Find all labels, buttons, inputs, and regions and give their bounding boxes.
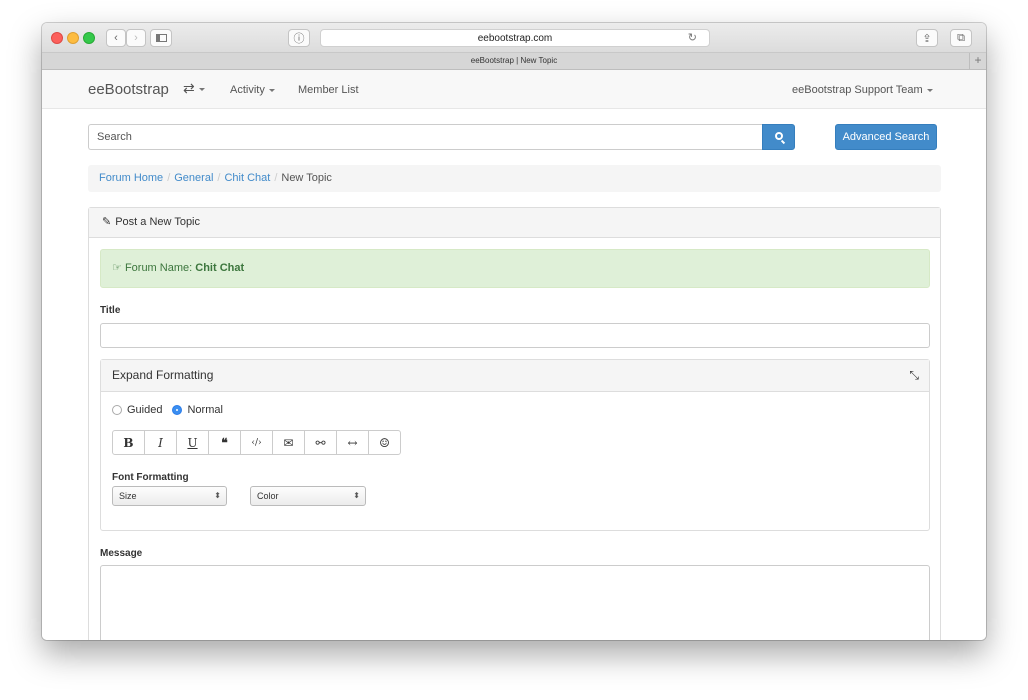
plus-icon[interactable]: + <box>969 53 986 69</box>
select-arrows-icon: ⬍ <box>214 491 221 500</box>
close-window-button[interactable] <box>51 32 63 44</box>
breadcrumb-separator: / <box>167 172 171 184</box>
forward-button[interactable]: › <box>126 29 146 47</box>
pencil-icon: ✎ <box>102 216 112 228</box>
guided-label: Guided <box>127 404 163 416</box>
formatting-heading-text: Expand Formatting <box>112 368 214 382</box>
normal-radio[interactable] <box>172 405 183 415</box>
share-button[interactable]: ⇪ <box>916 29 938 47</box>
link-button[interactable]: ⚯ <box>304 430 337 455</box>
back-button[interactable]: ‹ <box>106 29 126 47</box>
url-text: eebootstrap.com <box>477 33 553 44</box>
compress-icon[interactable]: ⤡ <box>909 360 919 391</box>
envelope-icon: ✉ <box>283 435 294 450</box>
tab-strip: eeBootstrap | New Topic + <box>42 53 986 70</box>
search-icon-handle <box>780 139 786 145</box>
bold-icon: B <box>123 435 134 450</box>
link-icon: ⚯ <box>315 435 326 450</box>
breadcrumb-current: New Topic <box>281 172 332 184</box>
nav-member-list[interactable]: Member List <box>298 84 359 96</box>
size-select[interactable]: Size ⬍ <box>112 486 227 506</box>
show-tabs-button[interactable]: ⧉ <box>950 29 972 47</box>
new-topic-panel: ✎ Post a New Topic ☞ Forum Name: Chit Cha… <box>88 207 941 640</box>
browser-window: ‹ › ⓘ eebootstrap.com ↻ ⇪ ⧉ eeBootstrap … <box>42 23 986 640</box>
underline-icon: U <box>187 435 198 450</box>
nav-activity[interactable]: Activity <box>230 84 275 96</box>
select-arrows-icon: ⬍ <box>353 491 360 500</box>
address-bar[interactable]: eebootstrap.com ↻ <box>320 29 710 47</box>
minimize-window-button[interactable] <box>67 32 79 44</box>
underline-button[interactable]: U <box>176 430 209 455</box>
quote-icon: ❝ <box>221 435 228 450</box>
italic-icon: I <box>158 435 163 450</box>
chevron-right-icon: › <box>134 32 138 44</box>
hand-pointer-icon: ☞ <box>112 262 122 274</box>
email-button[interactable]: ✉ <box>272 430 305 455</box>
horizontal-rule-icon: ↔ <box>347 435 358 450</box>
caret-down-icon <box>268 88 275 92</box>
title-label: Title <box>100 305 121 316</box>
smiley-icon: ☺ <box>379 435 390 450</box>
tabs-icon: ⧉ <box>957 31 965 44</box>
page-content: eeBootstrap ⇄ Activity Member List eeBoo… <box>42 70 986 640</box>
advanced-search-button[interactable]: Advanced Search <box>835 124 937 150</box>
panel-heading-text: Post a New Topic <box>115 216 201 228</box>
search-button[interactable] <box>762 124 795 150</box>
browser-toolbar: ‹ › ⓘ eebootstrap.com ↻ ⇪ ⧉ <box>42 23 986 53</box>
normal-label: Normal <box>187 404 223 416</box>
reload-icon[interactable]: ↻ <box>688 30 697 47</box>
breadcrumb-chit-chat[interactable]: Chit Chat <box>224 172 270 184</box>
code-icon: ‹/› <box>251 437 262 448</box>
search-input[interactable]: Search <box>88 124 762 150</box>
site-info-button[interactable]: ⓘ <box>288 29 310 47</box>
font-formatting-label: Font Formatting <box>112 472 189 483</box>
tab-title[interactable]: eeBootstrap | New Topic <box>471 56 557 65</box>
message-textarea[interactable] <box>100 565 930 640</box>
mode-radio-group: Guided Normal <box>112 404 233 416</box>
code-button[interactable]: ‹/› <box>240 430 273 455</box>
forum-name-alert: ☞ Forum Name: Chit Chat <box>100 249 930 288</box>
breadcrumb-separator: / <box>274 172 278 184</box>
formatting-panel-heading[interactable]: Expand Formatting ⤡ <box>101 360 929 392</box>
info-icon: ⓘ <box>293 33 305 45</box>
emoji-button[interactable]: ☺ <box>368 430 401 455</box>
breadcrumb-separator: / <box>217 172 221 184</box>
breadcrumb-forum-home[interactable]: Forum Home <box>99 172 163 184</box>
quote-button[interactable]: ❝ <box>208 430 241 455</box>
nav-user-menu[interactable]: eeBootstrap Support Team <box>792 84 933 96</box>
alert-forum-name: Chit Chat <box>195 262 245 274</box>
sidebar-icon <box>155 34 167 42</box>
horizontal-rule-button[interactable]: ↔ <box>336 430 369 455</box>
guided-radio[interactable] <box>112 405 122 415</box>
breadcrumb: Forum Home / General / Chit Chat / New Topic <box>88 165 941 192</box>
share-icon: ⇪ <box>922 32 932 45</box>
color-select-value: Color <box>257 491 279 501</box>
size-select-value: Size <box>119 491 137 501</box>
chevron-left-icon: ‹ <box>114 32 118 44</box>
italic-button[interactable]: I <box>144 430 177 455</box>
formatting-toolbar: B I U ❝ ‹/› ✉ ⚯ ↔ ☺ <box>112 430 401 455</box>
navbar: eeBootstrap ⇄ Activity Member List eeBoo… <box>42 70 986 109</box>
formatting-panel: Expand Formatting ⤡ Guided Normal B I U … <box>100 359 930 531</box>
caret-down-icon <box>926 88 933 92</box>
message-label: Message <box>100 548 143 559</box>
breadcrumb-general[interactable]: General <box>174 172 213 184</box>
title-input[interactable] <box>100 323 930 348</box>
zoom-window-button[interactable] <box>83 32 95 44</box>
color-select[interactable]: Color ⬍ <box>250 486 366 506</box>
bold-button[interactable]: B <box>112 430 145 455</box>
switch-icon[interactable]: ⇄ <box>183 80 205 97</box>
caret-down-icon <box>198 87 205 91</box>
brand-link[interactable]: eeBootstrap <box>88 81 169 98</box>
alert-prefix: Forum Name: <box>124 262 193 274</box>
sidebar-toggle-button[interactable] <box>150 29 172 47</box>
panel-heading: ✎ Post a New Topic <box>89 208 940 238</box>
